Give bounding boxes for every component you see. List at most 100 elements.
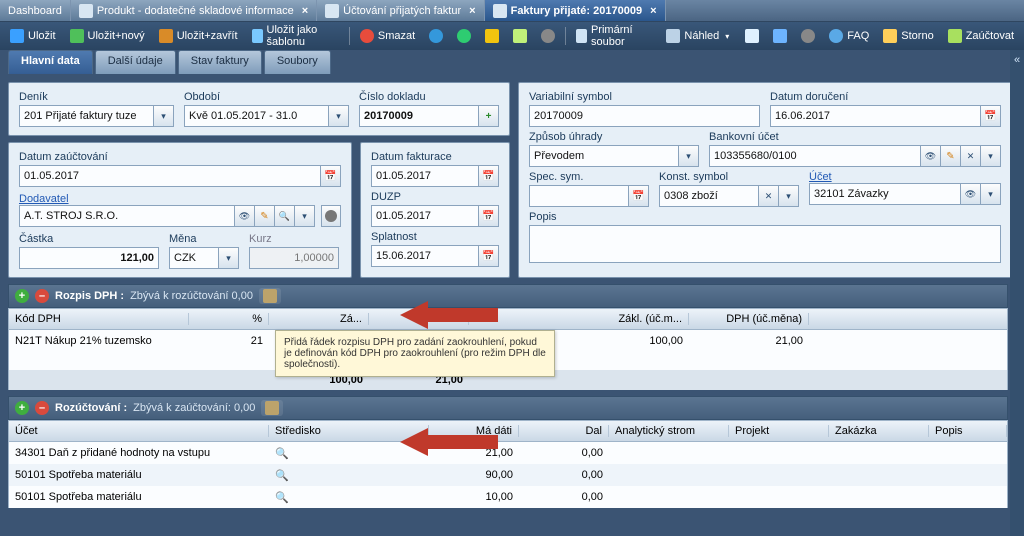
save-button[interactable]: Uložit — [4, 27, 62, 45]
settings-button[interactable] — [795, 27, 821, 45]
cislo-plus-button[interactable] — [479, 105, 499, 127]
save-template-button[interactable]: Uložit jako šablonu — [246, 22, 346, 50]
cart-button[interactable] — [507, 27, 533, 45]
obdobi-input[interactable] — [184, 105, 329, 127]
cell-md: 10,00 — [429, 491, 519, 503]
cislo-input[interactable] — [359, 105, 479, 127]
splatnost-label: Splatnost — [371, 231, 499, 243]
stredisko-search-button[interactable]: 🔍 — [269, 469, 429, 482]
refresh-button[interactable] — [451, 27, 477, 45]
subtab-status[interactable]: Stav faktury — [178, 50, 262, 74]
castka-input[interactable] — [19, 247, 159, 269]
zpusob-dropdown[interactable] — [679, 145, 699, 167]
roz-remove-button[interactable]: – — [35, 401, 49, 415]
splatnost-calendar[interactable] — [479, 245, 499, 267]
datum-fakt-input[interactable] — [371, 165, 479, 187]
ucet-input[interactable] — [809, 183, 961, 205]
popis-textarea[interactable] — [529, 225, 1001, 263]
stredisko-search-button[interactable]: 🔍 — [269, 447, 429, 460]
primary-file-button[interactable]: Primární soubor — [570, 22, 658, 50]
duzp-calendar[interactable] — [479, 205, 499, 227]
obdobi-dropdown[interactable] — [329, 105, 349, 127]
cfg-button[interactable] — [535, 27, 561, 45]
bucet-clear-button[interactable] — [961, 145, 981, 167]
ks-clear-button[interactable] — [759, 185, 779, 207]
subtab-more[interactable]: Další údaje — [95, 50, 176, 74]
tab-produkt[interactable]: Produkt - dodatečné skladové informace × — [71, 0, 317, 21]
faq-button[interactable]: FAQ — [823, 27, 875, 45]
zpusob-input[interactable] — [529, 145, 679, 167]
bucet-edit-button[interactable] — [941, 145, 961, 167]
panel-payment: Variabilní symbol Datum doručení Způsob … — [518, 82, 1012, 278]
ucet-link[interactable]: Účet — [809, 171, 1001, 183]
dodavatel-link[interactable]: Dodavatel — [19, 193, 341, 205]
splatnost-input[interactable] — [371, 245, 479, 267]
ucet-dropdown[interactable] — [981, 183, 1001, 205]
kurz-input — [249, 247, 339, 269]
stredisko-search-button[interactable]: 🔍 — [269, 491, 429, 504]
datum-zauct-input[interactable] — [19, 165, 321, 187]
close-icon[interactable]: × — [469, 5, 475, 17]
denik-dropdown[interactable] — [154, 105, 174, 127]
spec-button[interactable] — [629, 185, 649, 207]
dph-wrench-button[interactable] — [259, 288, 281, 304]
denik-input[interactable] — [19, 105, 154, 127]
subtab-main[interactable]: Hlavní data — [8, 50, 93, 74]
save-new-button[interactable]: Uložit+nový — [64, 27, 151, 45]
roz-grid-row[interactable]: 34301 Daň z přidané hodnoty na vstupu🔍21… — [8, 442, 1008, 464]
roz-grid-row[interactable]: 50101 Spotřeba materiálu🔍90,000,00 — [8, 464, 1008, 486]
close-icon[interactable]: × — [302, 5, 308, 17]
bucet-view-button[interactable] — [921, 145, 941, 167]
ks-dropdown[interactable] — [779, 185, 799, 207]
tab-dashboard[interactable]: Dashboard — [0, 0, 71, 21]
close-icon[interactable]: × — [650, 5, 656, 17]
dodavatel-gear-button[interactable] — [321, 205, 341, 227]
mena-input[interactable] — [169, 247, 219, 269]
storno-button[interactable]: Storno — [877, 27, 939, 45]
bucet-dropdown[interactable] — [981, 145, 1001, 167]
datum-fakt-calendar[interactable] — [479, 165, 499, 187]
vs-input[interactable] — [529, 105, 760, 127]
dph-grid-header: Kód DPH % Zá... DPH Zákl. (úč.m... DPH (… — [8, 308, 1008, 330]
collapse-right-button[interactable]: « — [1010, 50, 1024, 536]
preview-button[interactable]: Náhled▾ — [660, 27, 735, 45]
dodavatel-view-button[interactable] — [235, 205, 255, 227]
doruceni-calendar[interactable] — [981, 105, 1001, 127]
roz-wrench-button[interactable] — [261, 400, 283, 416]
dph-remove-button[interactable]: – — [35, 289, 49, 303]
mena-dropdown[interactable] — [219, 247, 239, 269]
dodavatel-edit-button[interactable] — [255, 205, 275, 227]
dodavatel-search-button[interactable] — [275, 205, 295, 227]
datum-zauct-calendar[interactable] — [321, 165, 341, 187]
ks-input[interactable] — [659, 185, 759, 207]
datum-zauct-label: Datum zaúčtování — [19, 151, 341, 163]
subtab-files[interactable]: Soubory — [264, 50, 331, 74]
storno-icon — [883, 29, 897, 43]
cell-zakl-um: 100,00 — [569, 335, 689, 347]
roz-grid-row[interactable]: 50101 Spotřeba materiálu🔍10,000,00 — [8, 486, 1008, 508]
doruceni-input[interactable] — [770, 105, 981, 127]
save-close-button[interactable]: Uložit+zavřít — [153, 27, 244, 45]
zauctovat-button[interactable]: Zaúčtovat — [942, 27, 1020, 45]
dph-add-button[interactable]: + — [15, 289, 29, 303]
tab-faktury[interactable]: Faktury přijaté: 20170009 × — [485, 0, 666, 21]
toggle-bars-button[interactable] — [739, 27, 765, 45]
roz-add-button[interactable]: + — [15, 401, 29, 415]
spec-input[interactable] — [529, 185, 629, 207]
cell-dal: 0,00 — [519, 469, 609, 481]
bucet-label: Bankovní účet — [709, 131, 1001, 143]
dodavatel-input[interactable] — [19, 205, 235, 227]
delete-button[interactable]: Smazat — [354, 27, 421, 45]
ucet-view-button[interactable] — [961, 183, 981, 205]
info-button[interactable] — [423, 27, 449, 45]
duzp-input[interactable] — [371, 205, 479, 227]
panel-header-left: Deník Období Číslo d — [8, 82, 510, 136]
arrow-right-icon — [773, 29, 787, 43]
dodavatel-dropdown[interactable] — [295, 205, 315, 227]
cell-dal: 0,00 — [519, 491, 609, 503]
file-icon — [576, 29, 587, 43]
next-arrow-button[interactable] — [767, 27, 793, 45]
bucet-input[interactable] — [709, 145, 921, 167]
tab-uctovani[interactable]: Účtování přijatých faktur × — [317, 0, 484, 21]
light-button[interactable] — [479, 27, 505, 45]
